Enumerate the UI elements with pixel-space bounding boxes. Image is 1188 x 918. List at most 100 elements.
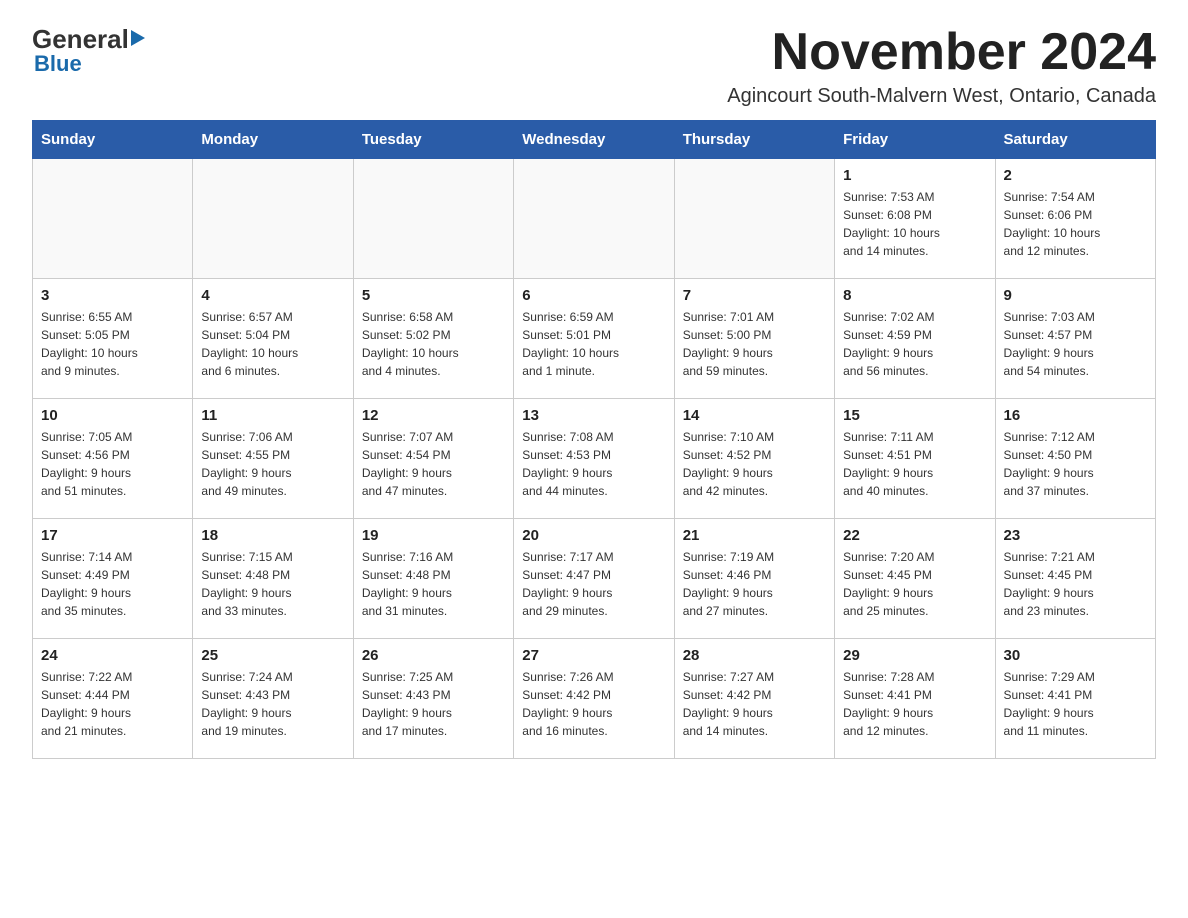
weekday-header-monday: Monday xyxy=(193,121,353,159)
day-info: Sunrise: 7:27 AM Sunset: 4:42 PM Dayligh… xyxy=(683,668,826,740)
day-number: 27 xyxy=(522,647,665,664)
day-number: 2 xyxy=(1004,167,1147,184)
calendar-cell: 4 Sunrise: 6:57 AM Sunset: 5:04 PM Daylig… xyxy=(193,279,353,399)
day-info: Sunrise: 7:01 AM Sunset: 5:00 PM Dayligh… xyxy=(683,308,826,380)
weekday-header-tuesday: Tuesday xyxy=(353,121,513,159)
day-number: 22 xyxy=(843,527,986,544)
day-number: 9 xyxy=(1004,287,1147,304)
day-number: 10 xyxy=(41,407,184,424)
logo: General Blue xyxy=(32,24,149,77)
calendar-cell: 14 Sunrise: 7:10 AM Sunset: 4:52 PM Dayli… xyxy=(674,399,834,519)
weekday-header-saturday: Saturday xyxy=(995,121,1155,159)
calendar-cell xyxy=(193,159,353,279)
calendar-cell: 6Sunrise: 6:59 AM Sunset: 5:01 PM Daylig… xyxy=(514,279,674,399)
day-info: Sunrise: 7:16 AM Sunset: 4:48 PM Dayligh… xyxy=(362,548,505,620)
day-number: 4 xyxy=(201,287,344,304)
calendar-cell xyxy=(514,159,674,279)
calendar-cell: 11 Sunrise: 7:06 AM Sunset: 4:55 PM Dayli… xyxy=(193,399,353,519)
day-info: Sunrise: 7:15 AM Sunset: 4:48 PM Dayligh… xyxy=(201,548,344,620)
day-info: Sunrise: 7:03 AM Sunset: 4:57 PM Dayligh… xyxy=(1004,308,1147,380)
day-number: 3 xyxy=(41,287,184,304)
calendar-cell xyxy=(674,159,834,279)
day-info: Sunrise: 7:20 AM Sunset: 4:45 PM Dayligh… xyxy=(843,548,986,620)
day-number: 14 xyxy=(683,407,826,424)
day-number: 17 xyxy=(41,527,184,544)
day-number: 18 xyxy=(201,527,344,544)
calendar-cell: 27 Sunrise: 7:26 AM Sunset: 4:42 PM Dayli… xyxy=(514,639,674,759)
month-title: November 2024 xyxy=(727,24,1156,81)
day-info: Sunrise: 7:21 AM Sunset: 4:45 PM Dayligh… xyxy=(1004,548,1147,620)
day-number: 26 xyxy=(362,647,505,664)
day-info: Sunrise: 7:11 AM Sunset: 4:51 PM Dayligh… xyxy=(843,428,986,500)
day-info: Sunrise: 7:22 AM Sunset: 4:44 PM Dayligh… xyxy=(41,668,184,740)
calendar-cell: 3 Sunrise: 6:55 AM Sunset: 5:05 PM Daylig… xyxy=(33,279,193,399)
day-number: 12 xyxy=(362,407,505,424)
calendar-cell: 21 Sunrise: 7:19 AM Sunset: 4:46 PM Dayli… xyxy=(674,519,834,639)
calendar-cell: 30 Sunrise: 7:29 AM Sunset: 4:41 PM Dayli… xyxy=(995,639,1155,759)
day-number: 28 xyxy=(683,647,826,664)
calendar-cell xyxy=(353,159,513,279)
day-number: 25 xyxy=(201,647,344,664)
day-info: Sunrise: 7:07 AM Sunset: 4:54 PM Dayligh… xyxy=(362,428,505,500)
calendar-cell: 25 Sunrise: 7:24 AM Sunset: 4:43 PM Dayli… xyxy=(193,639,353,759)
calendar-cell: 8 Sunrise: 7:02 AM Sunset: 4:59 PM Daylig… xyxy=(835,279,995,399)
day-number: 19 xyxy=(362,527,505,544)
day-number: 29 xyxy=(843,647,986,664)
day-info: Sunrise: 7:54 AM Sunset: 6:06 PM Dayligh… xyxy=(1004,188,1147,260)
calendar-cell: 7 Sunrise: 7:01 AM Sunset: 5:00 PM Daylig… xyxy=(674,279,834,399)
calendar: SundayMondayTuesdayWednesdayThursdayFrid… xyxy=(32,120,1156,759)
title-area: November 2024 Agincourt South-Malvern We… xyxy=(727,24,1156,108)
day-info: Sunrise: 7:26 AM Sunset: 4:42 PM Dayligh… xyxy=(522,668,665,740)
day-info: Sunrise: 7:06 AM Sunset: 4:55 PM Dayligh… xyxy=(201,428,344,500)
calendar-cell: 20Sunrise: 7:17 AM Sunset: 4:47 PM Dayli… xyxy=(514,519,674,639)
header: General Blue November 2024 Agincourt Sou… xyxy=(32,24,1156,108)
calendar-cell: 28 Sunrise: 7:27 AM Sunset: 4:42 PM Dayli… xyxy=(674,639,834,759)
calendar-cell: 26 Sunrise: 7:25 AM Sunset: 4:43 PM Dayli… xyxy=(353,639,513,759)
day-info: Sunrise: 7:28 AM Sunset: 4:41 PM Dayligh… xyxy=(843,668,986,740)
day-number: 13 xyxy=(522,407,665,424)
calendar-cell: 2 Sunrise: 7:54 AM Sunset: 6:06 PM Daylig… xyxy=(995,159,1155,279)
calendar-cell xyxy=(33,159,193,279)
day-number: 5 xyxy=(362,287,505,304)
day-number: 30 xyxy=(1004,647,1147,664)
calendar-cell: 13 Sunrise: 7:08 AM Sunset: 4:53 PM Dayli… xyxy=(514,399,674,519)
day-info: Sunrise: 7:08 AM Sunset: 4:53 PM Dayligh… xyxy=(522,428,665,500)
day-info: Sunrise: 6:58 AM Sunset: 5:02 PM Dayligh… xyxy=(362,308,505,380)
day-info: Sunrise: 6:55 AM Sunset: 5:05 PM Dayligh… xyxy=(41,308,184,380)
day-number: 7 xyxy=(683,287,826,304)
calendar-cell: 29 Sunrise: 7:28 AM Sunset: 4:41 PM Dayli… xyxy=(835,639,995,759)
calendar-cell: 15Sunrise: 7:11 AM Sunset: 4:51 PM Dayli… xyxy=(835,399,995,519)
logo-arrow-icon xyxy=(131,24,149,55)
day-number: 24 xyxy=(41,647,184,664)
calendar-cell: 16Sunrise: 7:12 AM Sunset: 4:50 PM Dayli… xyxy=(995,399,1155,519)
calendar-cell: 22 Sunrise: 7:20 AM Sunset: 4:45 PM Dayli… xyxy=(835,519,995,639)
weekday-header-friday: Friday xyxy=(835,121,995,159)
day-number: 11 xyxy=(201,407,344,424)
logo-blue: Blue xyxy=(34,51,82,77)
calendar-cell: 12 Sunrise: 7:07 AM Sunset: 4:54 PM Dayli… xyxy=(353,399,513,519)
week-row-1: 1 Sunrise: 7:53 AM Sunset: 6:08 PM Daylig… xyxy=(33,159,1156,279)
day-info: Sunrise: 7:25 AM Sunset: 4:43 PM Dayligh… xyxy=(362,668,505,740)
weekday-header-row: SundayMondayTuesdayWednesdayThursdayFrid… xyxy=(33,121,1156,159)
day-info: Sunrise: 7:17 AM Sunset: 4:47 PM Dayligh… xyxy=(522,548,665,620)
day-info: Sunrise: 7:12 AM Sunset: 4:50 PM Dayligh… xyxy=(1004,428,1147,500)
day-info: Sunrise: 6:57 AM Sunset: 5:04 PM Dayligh… xyxy=(201,308,344,380)
calendar-cell: 10Sunrise: 7:05 AM Sunset: 4:56 PM Dayli… xyxy=(33,399,193,519)
day-info: Sunrise: 7:53 AM Sunset: 6:08 PM Dayligh… xyxy=(843,188,986,260)
calendar-cell: 19 Sunrise: 7:16 AM Sunset: 4:48 PM Dayli… xyxy=(353,519,513,639)
weekday-header-sunday: Sunday xyxy=(33,121,193,159)
calendar-cell: 17Sunrise: 7:14 AM Sunset: 4:49 PM Dayli… xyxy=(33,519,193,639)
day-number: 21 xyxy=(683,527,826,544)
week-row-5: 24 Sunrise: 7:22 AM Sunset: 4:44 PM Dayli… xyxy=(33,639,1156,759)
day-info: Sunrise: 7:29 AM Sunset: 4:41 PM Dayligh… xyxy=(1004,668,1147,740)
day-number: 8 xyxy=(843,287,986,304)
day-info: Sunrise: 7:02 AM Sunset: 4:59 PM Dayligh… xyxy=(843,308,986,380)
day-info: Sunrise: 7:10 AM Sunset: 4:52 PM Dayligh… xyxy=(683,428,826,500)
calendar-cell: 24 Sunrise: 7:22 AM Sunset: 4:44 PM Dayli… xyxy=(33,639,193,759)
calendar-cell: 18 Sunrise: 7:15 AM Sunset: 4:48 PM Dayli… xyxy=(193,519,353,639)
day-info: Sunrise: 7:19 AM Sunset: 4:46 PM Dayligh… xyxy=(683,548,826,620)
day-number: 1 xyxy=(843,167,986,184)
calendar-cell: 1 Sunrise: 7:53 AM Sunset: 6:08 PM Daylig… xyxy=(835,159,995,279)
day-info: Sunrise: 7:24 AM Sunset: 4:43 PM Dayligh… xyxy=(201,668,344,740)
week-row-2: 3 Sunrise: 6:55 AM Sunset: 5:05 PM Daylig… xyxy=(33,279,1156,399)
